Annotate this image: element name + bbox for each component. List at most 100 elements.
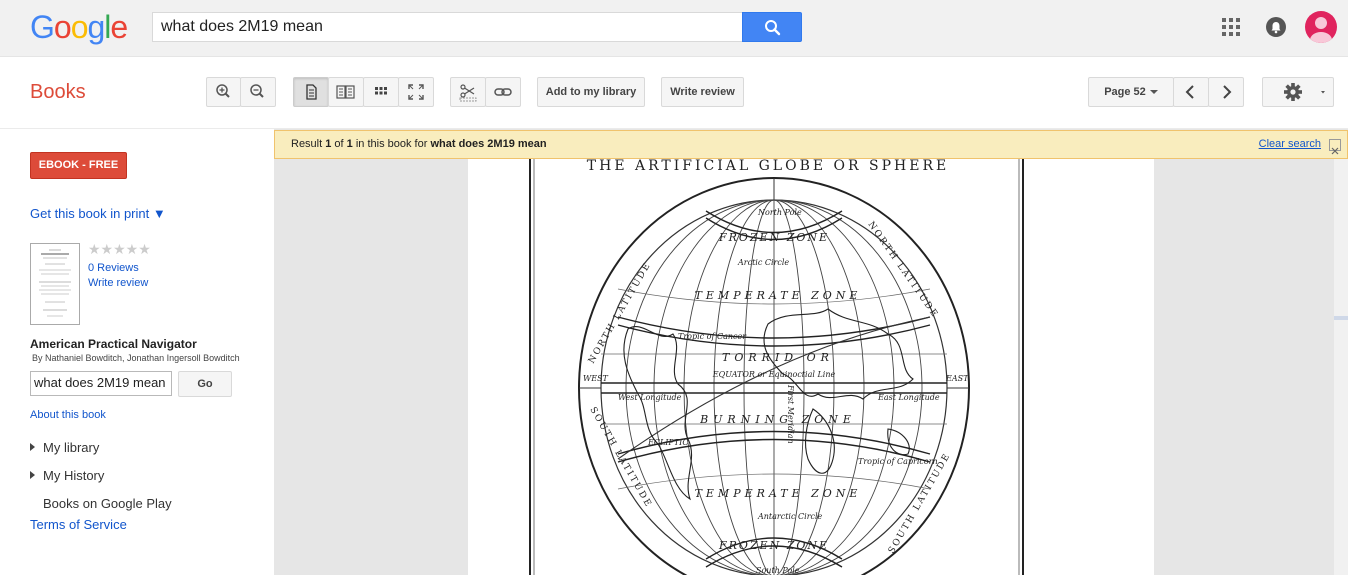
settings-gear-icon <box>1284 83 1325 101</box>
globe-ecliptic: ECLIPTIC <box>647 438 688 447</box>
chevron-down-icon <box>1149 90 1158 95</box>
globe-south-lat-left: SOUTH LATITUDE <box>587 406 653 510</box>
book-title: American Practical Navigator <box>30 337 197 351</box>
globe-tropic-capricorn: Tropic of Capricorn <box>858 457 938 466</box>
prev-page-button[interactable] <box>1173 77 1209 107</box>
globe-north-lat-left: NORTH LATITUDE <box>587 260 653 365</box>
page-heading: THE ARTIFICIAL GLOBE OR SPHERE <box>587 159 949 174</box>
result-prefix: Result <box>291 138 326 150</box>
terms-of-service-link[interactable]: Terms of Service <box>30 517 127 532</box>
globe-west-longitude: West Longitude <box>618 393 682 402</box>
books-toolbar: Books Add to my library Write review Pag… <box>0 57 1348 129</box>
result-query: what does 2M19 mean <box>430 138 547 150</box>
logo-letter: e <box>110 9 128 45</box>
zoom-out-button[interactable] <box>240 77 276 107</box>
books-section-title[interactable]: Books <box>30 81 86 104</box>
fullscreen-icon <box>408 84 424 100</box>
sidebar-write-review-link[interactable]: Write review <box>88 277 148 289</box>
single-page-view-button[interactable] <box>293 77 329 107</box>
write-review-button[interactable]: Write review <box>661 77 744 107</box>
globe-antarctic: Antarctic Circle <box>757 512 823 521</box>
logo-letter: o <box>70 9 89 45</box>
book-authors: By Nathaniel Bowditch, Jonathan Ingersol… <box>32 353 240 363</box>
viewer-scrollbar[interactable] <box>1334 159 1348 575</box>
result-of: of <box>331 138 347 150</box>
settings-menu-button[interactable] <box>1262 77 1334 107</box>
next-page-button[interactable] <box>1208 77 1244 107</box>
reviews-link[interactable]: 0 Reviews <box>88 262 139 274</box>
thumbnail-view-button[interactable] <box>363 77 399 107</box>
zoom-out-icon <box>250 84 264 98</box>
globe-arctic: Arctic Circle <box>737 258 789 267</box>
search-in-book-input[interactable]: what does 2M19 mean <box>30 371 172 396</box>
expand-arrow-icon <box>30 443 35 451</box>
apps-grid-icon[interactable] <box>1222 18 1240 36</box>
google-logo[interactable]: Google <box>30 9 128 46</box>
logo-letter: g <box>87 9 105 45</box>
globe-west: WEST <box>583 374 609 383</box>
google-search-input[interactable]: what does 2M19 mean <box>152 12 743 42</box>
globe-east: EAST <box>945 374 969 383</box>
globe-first-meridian: First Meridian <box>786 384 795 444</box>
globe-north-pole: North Pole <box>757 208 802 217</box>
globe-north-lat-right: NORTH LATITUDE <box>866 220 940 320</box>
cover-lines <box>39 249 71 317</box>
page-select-dropdown[interactable]: Page 52 <box>1088 77 1174 107</box>
globe-east-longitude: East Longitude <box>877 393 940 402</box>
close-x-glyph <box>1331 147 1339 155</box>
page-label: Page 52 <box>1104 86 1146 98</box>
book-page-image[interactable]: THE ARTIFICIAL GLOBE OR SPHERE FROZEN ZO… <box>468 158 1154 575</box>
ebook-free-button[interactable]: EBOOK - FREE <box>30 152 127 179</box>
bell-glyph <box>1271 22 1281 34</box>
globe-temperate-top: TEMPERATE ZONE <box>695 289 862 302</box>
my-library-item[interactable]: My library <box>30 440 99 455</box>
book-page-viewer[interactable]: Result 1 of 1 in this book for what does… <box>274 129 1348 575</box>
account-avatar-icon[interactable] <box>1305 11 1337 43</box>
globe-engraving: THE ARTIFICIAL GLOBE OR SPHERE FROZEN ZO… <box>529 158 1024 575</box>
globe-burning: BURNING ZONE <box>699 413 856 426</box>
star-rating[interactable]: ★★★★★ <box>88 241 151 258</box>
about-this-book-link[interactable]: About this book <box>30 409 106 421</box>
books-on-google-play-link[interactable]: Books on Google Play <box>43 496 172 511</box>
thumbnail-grid-icon <box>375 87 387 95</box>
search-icon <box>765 20 781 36</box>
my-history-label: My History <box>43 468 105 483</box>
viewer-scroll-thumb[interactable] <box>1334 316 1348 320</box>
logo-letter: o <box>53 9 72 45</box>
single-page-icon <box>306 84 317 100</box>
book-cover-thumbnail[interactable] <box>30 243 80 325</box>
close-icon[interactable] <box>1329 139 1341 155</box>
get-book-in-print-link[interactable]: Get this book in print ▼ <box>30 206 166 221</box>
fullscreen-button[interactable] <box>398 77 434 107</box>
zoom-in-icon <box>216 84 230 98</box>
globe-south-pole: South Pole <box>756 566 800 575</box>
google-search-button[interactable] <box>742 12 802 42</box>
next-page-icon <box>1223 85 1232 99</box>
globe-south-lat-right: SOUTH LATITUDE <box>887 451 953 555</box>
clip-scissors-icon <box>459 84 477 102</box>
globe-frozen-top: FROZEN ZONE <box>718 231 829 244</box>
link-icon <box>494 88 512 96</box>
notifications-bell-icon[interactable] <box>1266 17 1286 37</box>
my-library-label: My library <box>43 440 100 455</box>
expand-arrow-icon <box>30 471 35 479</box>
globe-torrid: TORRID OR <box>722 351 834 364</box>
logo-letter: G <box>30 9 55 45</box>
search-result-bar: Result 1 of 1 in this book for what does… <box>274 130 1348 159</box>
book-sidebar: EBOOK - FREE Get this book in print ▼ ★★… <box>0 129 274 575</box>
link-button[interactable] <box>485 77 521 107</box>
my-history-item[interactable]: My History <box>30 468 104 483</box>
two-page-view-button[interactable] <box>328 77 364 107</box>
globe-tropic-cancer: Tropic of Cancer <box>678 332 747 341</box>
add-to-library-button[interactable]: Add to my library <box>537 77 645 107</box>
globe-frozen-bottom: FROZEN ZONE <box>718 539 829 552</box>
two-page-icon <box>336 85 355 99</box>
clear-search-link[interactable]: Clear search <box>1259 131 1321 158</box>
result-middle: in this book for <box>352 138 431 150</box>
globe-equator: EQUATOR or Equinoctial Line <box>712 370 836 379</box>
clip-button[interactable] <box>450 77 486 107</box>
zoom-in-button[interactable] <box>206 77 241 107</box>
search-in-book-go-button[interactable]: Go <box>178 371 232 397</box>
prev-page-icon <box>1185 85 1194 99</box>
avatar-silhouette <box>1310 17 1332 43</box>
